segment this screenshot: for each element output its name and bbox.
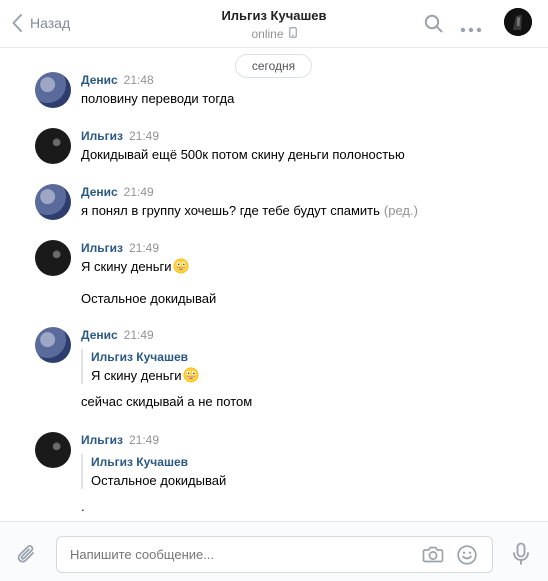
message-time: 21:48 — [123, 73, 154, 87]
chat-title: Ильгиз Кучашев — [221, 8, 327, 23]
camera-icon[interactable] — [422, 544, 444, 569]
message-meta: Денис 21:48 — [81, 72, 154, 88]
avatar[interactable] — [35, 128, 71, 164]
message-time: 21:49 — [123, 185, 154, 199]
message-author[interactable]: Ильгиз — [81, 433, 123, 447]
quote-text: Я скину деньги — [91, 368, 182, 383]
paperclip-icon[interactable] — [16, 542, 38, 571]
avatar[interactable] — [35, 327, 71, 363]
message-author[interactable]: Ильгиз — [81, 129, 123, 143]
avatar[interactable] — [35, 240, 71, 276]
chevron-left-icon — [12, 14, 22, 32]
chat-header: Назад Ильгиз Кучашев online — [0, 0, 548, 48]
status-text: online — [251, 27, 284, 41]
message-author[interactable]: Ильгиз — [81, 241, 123, 255]
forwarded-quote[interactable]: Ильгиз Кучашев Я скину деньги — [81, 349, 199, 384]
phone-icon — [288, 26, 297, 42]
message-text: половину переводи тогда — [81, 91, 235, 106]
quote-text-row: Я скину деньги — [91, 367, 199, 384]
message-text: Докидывай ещё 500к потом скину деньги по… — [81, 147, 405, 162]
search-icon[interactable] — [424, 14, 444, 39]
message-time: 21:49 — [128, 241, 159, 255]
message-text: . — [81, 499, 85, 514]
online-status: online — [251, 26, 297, 42]
quote-author[interactable]: Ильгиз Кучашев — [91, 349, 199, 365]
date-separator: сегодня — [235, 54, 312, 78]
message-meta: Денис 21:49 — [81, 327, 154, 343]
message-composer — [0, 521, 548, 581]
message-text: Остальное докидывай — [81, 291, 217, 306]
message-author[interactable]: Денис — [81, 73, 118, 87]
avatar[interactable] — [35, 72, 71, 108]
grinning-emoji — [173, 258, 189, 274]
chat-title-block[interactable]: Ильгиз Кучашев online — [174, 8, 374, 43]
message-text-row: я понял в группу хочешь? где тебе будут … — [81, 202, 418, 219]
message-text-row: Я скину деньги — [81, 258, 189, 275]
message-author[interactable]: Денис — [81, 328, 118, 342]
message-meta: Ильгиз 21:49 — [81, 432, 159, 448]
avatar[interactable] — [35, 432, 71, 468]
grinning-emoji — [183, 367, 199, 383]
microphone-icon[interactable] — [512, 542, 530, 571]
message-text: сейчас скидывай а не потом — [81, 394, 253, 409]
message-input[interactable] — [70, 547, 390, 562]
contact-avatar[interactable] — [504, 8, 532, 36]
forwarded-quote[interactable]: Ильгиз Кучашев Остальное докидывай — [81, 454, 226, 489]
message-time: 21:49 — [128, 129, 159, 143]
back-button[interactable]: Назад — [12, 12, 70, 34]
message-time: 21:49 — [128, 433, 159, 447]
message-input-box[interactable] — [56, 536, 493, 573]
quote-text: Остальное докидывай — [91, 473, 227, 488]
edited-marker: (ред.) — [383, 203, 418, 218]
message-meta: Ильгиз 21:49 — [81, 240, 159, 256]
message-text: Я скину деньги — [81, 259, 172, 274]
message-text: я понял в группу хочешь? где тебе будут … — [81, 203, 380, 218]
more-icon[interactable] — [460, 20, 482, 38]
back-label: Назад — [30, 15, 71, 31]
smile-icon[interactable] — [456, 544, 478, 571]
message-time: 21:49 — [123, 328, 154, 342]
message-author[interactable]: Денис — [81, 185, 118, 199]
message-meta: Ильгиз 21:49 — [81, 128, 159, 144]
avatar[interactable] — [35, 184, 71, 220]
message-meta: Денис 21:49 — [81, 184, 154, 200]
quote-author[interactable]: Ильгиз Кучашев — [91, 454, 226, 470]
